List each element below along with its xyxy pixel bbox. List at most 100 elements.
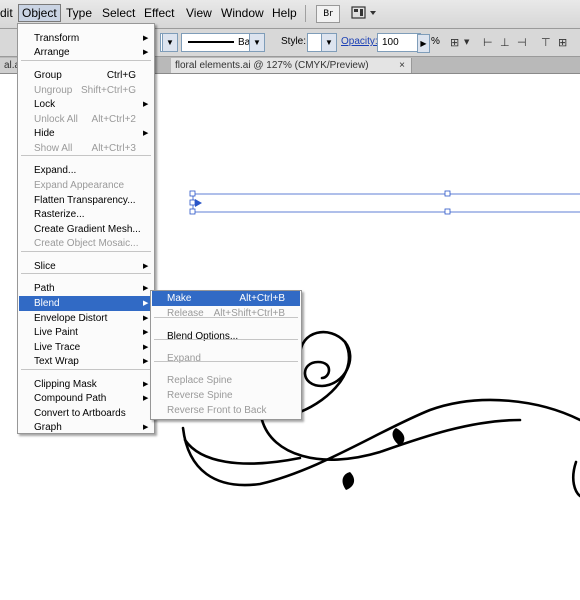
menu-item-label: Reverse Spine [167,390,233,401]
blend-submenu: Make Alt+Ctrl+B Release Alt+Shift+Ctrl+B Ble… [150,290,302,420]
leaf-shape [392,428,405,446]
graphic-style-dropdown[interactable]: ▼ [307,33,337,52]
menu-separator [154,317,298,318]
object-menu-item-slice[interactable]: Slice ▶ [19,259,153,274]
object-menu-item-group[interactable]: Group Ctrl+G [19,68,153,83]
object-menu-item-create-object-mosaic: Create Object Mosaic... [19,236,153,251]
menu-item-label: Slice [34,261,56,272]
object-menu-item-text-wrap[interactable]: Text Wrap ▶ [19,354,153,369]
align-vcenter-icon[interactable]: ⊞ [558,36,567,49]
submenu-arrow-icon: ▶ [143,130,149,137]
menu-help[interactable]: Help [269,5,300,21]
close-icon[interactable]: × [399,58,405,73]
object-menu-item-lock[interactable]: Lock ▶ [19,97,153,112]
align-top-icon[interactable]: ⊤ [541,36,551,49]
menu-item-label: Group [34,70,62,81]
object-menu-item-clipping-mask[interactable]: Clipping Mask ▶ [19,377,153,392]
object-menu-item-live-paint[interactable]: Live Paint ▶ [19,325,153,340]
submenu-arrow-icon: ▶ [143,101,149,108]
align-right-icon[interactable]: ⊣ [517,36,527,49]
menu-item-label: Hide [34,128,55,139]
menu-type[interactable]: Type [63,5,95,21]
selection-bounding-box [189,190,580,215]
chevron-down-icon: ▼ [321,34,336,51]
chevron-down-icon: ▼ [162,34,177,51]
object-menu-item-envelope-distort[interactable]: Envelope Distort ▶ [19,311,153,326]
opacity-percent: % [431,36,440,47]
recolor-artwork-icon[interactable]: ⊞ [450,36,459,49]
submenu-arrow-icon: ▶ [143,300,149,307]
submenu-arrow-icon: ▶ [143,381,149,388]
menu-object[interactable]: Object [18,4,61,22]
workspace-button[interactable] [350,5,378,21]
object-menu-item-create-gradient-mesh[interactable]: Create Gradient Mesh... [19,222,153,237]
menu-item-label: Arrange [34,47,70,58]
align-left-icon[interactable]: ⊢ [483,36,493,49]
menu-item-label: Path [34,283,55,294]
menu-separator [21,155,151,156]
menu-item-label: Rasterize... [34,209,85,220]
menu-item-label: Transform [34,33,80,44]
object-menu-item-unlock-all: Unlock All Alt+Ctrl+2 [19,112,153,127]
submenu-arrow-icon: ▶ [143,315,149,322]
leaf-shape [342,472,355,490]
menu-item-label: Create Object Mosaic... [34,238,139,249]
object-menu-item-arrange[interactable]: Arrange ▶ [19,45,153,60]
align-center-icon[interactable]: ⊥ [500,36,510,49]
menu-separator [154,339,298,340]
object-menu-item-ungroup: Ungroup Shift+Ctrl+G [19,83,153,98]
opacity-label[interactable]: Opacity: [341,36,378,47]
blend-menu-item-release: Release Alt+Shift+Ctrl+B [152,306,300,321]
menu-item-label: Expand [167,353,201,364]
object-menu-item-rasterize[interactable]: Rasterize... [19,207,153,222]
menu-item-shortcut: Alt+Ctrl+B [239,293,285,304]
blend-menu-item-expand: Expand [152,351,300,366]
blend-menu-item-blend-options[interactable]: Blend Options... [152,329,300,344]
object-menu-item-transform[interactable]: Transform ▶ [19,31,153,46]
opacity-chevron-right-icon[interactable]: ▶ [417,34,430,53]
menu-item-label: Replace Spine [167,375,233,386]
object-menu-item-convert-to-artboards[interactable]: Convert to Artboards [19,406,153,421]
bridge-button[interactable]: Br [316,5,340,23]
submenu-arrow-icon: ▶ [143,49,149,56]
object-menu-item-flatten-transparency[interactable]: Flatten Transparency... [19,193,153,208]
menu-select[interactable]: Select [99,5,138,21]
menu-item-label: Create Gradient Mesh... [34,224,141,235]
object-menu-item-expand-appearance: Expand Appearance [19,178,153,193]
opacity-input[interactable]: 100 [377,33,421,52]
submenu-arrow-icon: ▶ [143,358,149,365]
stroke-style-dropdown[interactable]: Basic ▼ [181,33,265,52]
menu-item-shortcut: Ctrl+G [106,70,136,81]
chevron-down-icon: ▼ [249,34,264,51]
menu-item-shortcut: Alt+Shift+Ctrl+B [213,308,285,319]
menu-item-label: Unlock All [34,114,78,125]
menu-edit[interactable]: dit [0,5,16,21]
menu-item-label: Envelope Distort [34,313,108,324]
object-menu-item-expand[interactable]: Expand... [19,163,153,178]
menu-item-shortcut: Shift+Ctrl+G [80,85,136,96]
object-menu-item-show-all: Show All Alt+Ctrl+3 [19,141,153,156]
menu-window[interactable]: Window [218,5,267,21]
object-menu-item-hide[interactable]: Hide ▶ [19,126,153,141]
menu-item-label: Blend Options... [167,331,239,342]
menu-item-label: Flatten Transparency... [34,195,136,206]
menu-view[interactable]: View [183,5,215,21]
menu-separator [21,251,151,252]
menu-effect[interactable]: Effect [141,5,177,21]
blend-menu-item-make[interactable]: Make Alt+Ctrl+B [152,291,300,306]
object-menu-item-path[interactable]: Path ▶ [19,281,153,296]
menu-item-shortcut: Alt+Ctrl+2 [91,114,136,125]
stroke-weight-dropdown[interactable]: ▼ [160,33,178,52]
object-menu-item-compound-path[interactable]: Compound Path ▶ [19,391,153,406]
chevron-down-icon[interactable]: ▼ [464,38,469,46]
object-menu-item-blend[interactable]: Blend ▶ [19,296,153,311]
object-menu-item-graph[interactable]: Graph ▶ [19,420,153,435]
object-menu: Transform ▶ Arrange ▶ Group Ctrl+G Ungroup Shif… [17,23,155,434]
object-menu-item-live-trace[interactable]: Live Trace ▶ [19,340,153,355]
selected-anchor-icon [195,199,202,207]
tab-active-document[interactable]: floral elements.ai @ 127% (CMYK/Preview)… [171,58,412,73]
menu-item-label: Live Paint [34,327,78,338]
submenu-arrow-icon: ▶ [143,285,149,292]
submenu-arrow-icon: ▶ [143,344,149,351]
submenu-arrow-icon: ▶ [143,424,149,431]
